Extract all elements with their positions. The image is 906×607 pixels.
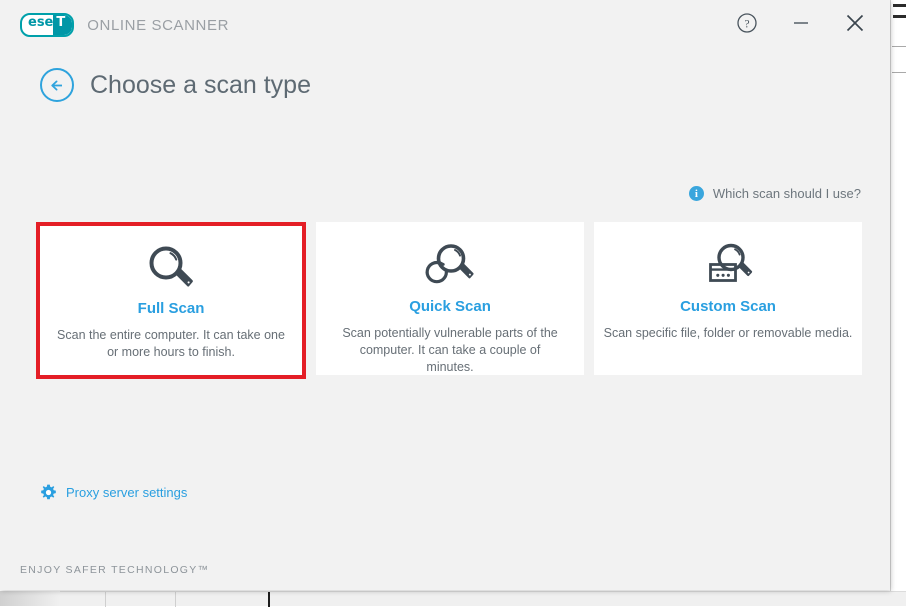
footer-tagline: ENJOY SAFER TECHNOLOGY™ <box>20 564 210 576</box>
close-button[interactable] <box>840 8 870 38</box>
page-title: Choose a scan type <box>90 70 311 99</box>
background-window-rule <box>892 72 906 73</box>
full-scan-title: Full Scan <box>137 300 205 317</box>
which-scan-help-link[interactable]: i Which scan should I use? <box>688 186 861 201</box>
quick-scan-description: Scan potentially vulnerable parts of the… <box>342 326 558 374</box>
help-circle-icon: ? <box>737 13 757 33</box>
eset-logo-trademark: ® <box>73 13 74 19</box>
taskbar-divider <box>105 592 106 607</box>
proxy-server-settings-label: Proxy server settings <box>66 485 188 500</box>
title-bar: ese T ® ONLINE SCANNER ? <box>0 0 890 48</box>
close-icon <box>846 14 864 32</box>
background-window-tick <box>893 4 906 7</box>
minimize-icon <box>794 22 808 24</box>
background-window-tick <box>893 15 906 18</box>
full-scan-description: Scan the entire computer. It can take on… <box>57 328 285 359</box>
svg-text:?: ? <box>744 18 749 30</box>
page-header: Choose a scan type <box>40 68 311 102</box>
window-controls: ? <box>732 8 870 38</box>
app-logo: ese T ® ONLINE SCANNER <box>20 13 229 37</box>
info-icon: i <box>688 186 704 201</box>
text-cursor <box>268 592 270 607</box>
taskbar[interactable] <box>0 591 906 607</box>
product-name: ONLINE SCANNER <box>87 16 230 34</box>
eset-logo-t: T <box>53 15 73 35</box>
taskbar-divider <box>175 592 176 607</box>
eset-online-scanner-window: ese T ® ONLINE SCANNER ? <box>0 0 890 590</box>
custom-scan-icon-slot <box>594 238 862 294</box>
which-scan-help-label: Which scan should I use? <box>712 186 861 201</box>
back-button[interactable] <box>40 68 74 102</box>
scan-card-quick-scan[interactable]: Quick Scan Scan potentially vulnerable p… <box>316 222 585 375</box>
eset-logo-ese: ese <box>28 15 54 30</box>
taskbar-shadow <box>0 591 60 606</box>
quick-scan-title: Quick Scan <box>409 298 491 315</box>
arrow-left-circle-icon <box>50 80 62 91</box>
minimize-button[interactable] <box>786 8 816 38</box>
magnifier-icon <box>149 246 193 287</box>
quick-scan-icon-slot <box>316 238 584 294</box>
gear-icon <box>41 484 56 500</box>
custom-scan-title: Custom Scan <box>680 298 776 315</box>
background-window-rule <box>892 46 906 47</box>
scan-card-custom-scan[interactable]: Custom Scan Scan specific file, folder o… <box>594 222 863 375</box>
magnifier-timer-icon <box>425 244 474 284</box>
custom-scan-description: Scan specific file, folder or removable … <box>603 326 853 340</box>
magnifier-box-icon <box>709 243 753 282</box>
help-button[interactable]: ? <box>732 8 762 38</box>
full-scan-icon-slot <box>40 240 302 296</box>
eset-logo-mark: ese T ® <box>20 13 75 37</box>
scan-type-list: Full Scan Scan the entire computer. It c… <box>36 222 863 379</box>
background-window-edge <box>890 0 906 606</box>
proxy-server-settings-link[interactable]: Proxy server settings <box>40 484 187 501</box>
scan-card-full-scan[interactable]: Full Scan Scan the entire computer. It c… <box>36 222 307 379</box>
